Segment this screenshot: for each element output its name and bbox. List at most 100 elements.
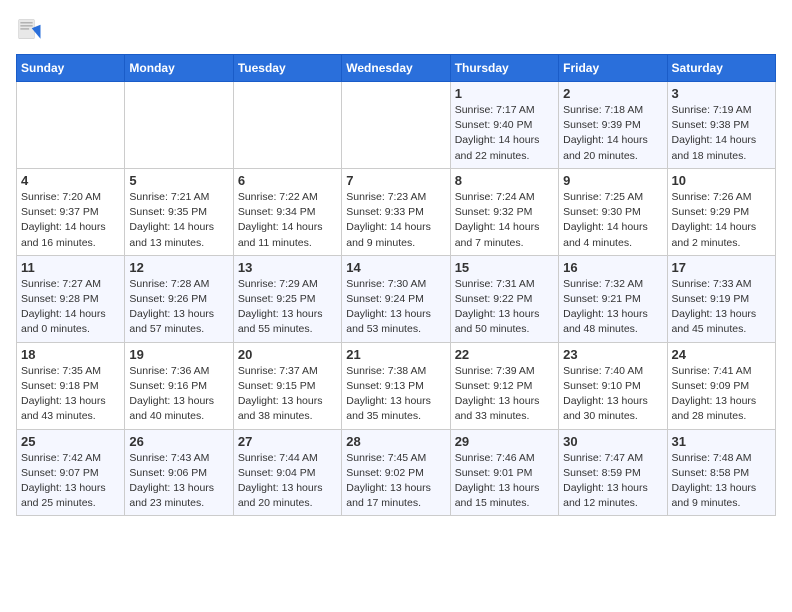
day-info: Sunrise: 7:26 AM Sunset: 9:29 PM Dayligh… [672, 190, 771, 251]
generalblue-logo-icon [16, 16, 44, 44]
day-number: 5 [129, 173, 228, 188]
logo [16, 16, 48, 44]
day-info: Sunrise: 7:27 AM Sunset: 9:28 PM Dayligh… [21, 277, 120, 338]
day-info: Sunrise: 7:41 AM Sunset: 9:09 PM Dayligh… [672, 364, 771, 425]
day-number: 1 [455, 86, 554, 101]
calendar-cell: 24 Sunrise: 7:41 AM Sunset: 9:09 PM Dayli… [667, 342, 775, 429]
calendar-cell: 20 Sunrise: 7:37 AM Sunset: 9:15 PM Dayli… [233, 342, 341, 429]
calendar-cell: 28 Sunrise: 7:45 AM Sunset: 9:02 PM Dayli… [342, 429, 450, 516]
calendar-cell: 2 Sunrise: 7:18 AM Sunset: 9:39 PM Daylig… [559, 82, 667, 169]
day-info: Sunrise: 7:25 AM Sunset: 9:30 PM Dayligh… [563, 190, 662, 251]
weekday-monday: Monday [125, 55, 233, 82]
calendar-cell: 19Sunrise: 7:36 AM Sunset: 9:16 PM Dayli… [125, 342, 233, 429]
day-number: 4 [21, 173, 120, 188]
calendar-cell: 17Sunrise: 7:33 AM Sunset: 9:19 PM Dayli… [667, 255, 775, 342]
calendar-cell: 26Sunrise: 7:43 AM Sunset: 9:06 PM Dayli… [125, 429, 233, 516]
day-number: 7 [346, 173, 445, 188]
day-info: Sunrise: 7:20 AM Sunset: 9:37 PM Dayligh… [21, 190, 120, 251]
day-number: 9 [563, 173, 662, 188]
day-info: Sunrise: 7:31 AM Sunset: 9:22 PM Dayligh… [455, 277, 554, 338]
calendar-cell: 14 Sunrise: 7:30 AM Sunset: 9:24 PM Dayli… [342, 255, 450, 342]
week-row-2: 4 Sunrise: 7:20 AM Sunset: 9:37 PM Daylig… [17, 168, 776, 255]
calendar-cell: 16 Sunrise: 7:32 AM Sunset: 9:21 PM Dayli… [559, 255, 667, 342]
calendar-cell: 9 Sunrise: 7:25 AM Sunset: 9:30 PM Daylig… [559, 168, 667, 255]
day-number: 12 [129, 260, 228, 275]
weekday-wednesday: Wednesday [342, 55, 450, 82]
day-info: Sunrise: 7:42 AM Sunset: 9:07 PM Dayligh… [21, 451, 120, 512]
calendar-cell: 10 Sunrise: 7:26 AM Sunset: 9:29 PM Dayli… [667, 168, 775, 255]
day-info: Sunrise: 7:18 AM Sunset: 9:39 PM Dayligh… [563, 103, 662, 164]
day-info: Sunrise: 7:32 AM Sunset: 9:21 PM Dayligh… [563, 277, 662, 338]
day-info: Sunrise: 7:47 AM Sunset: 8:59 PM Dayligh… [563, 451, 662, 512]
header [16, 16, 776, 44]
calendar-cell: 21 Sunrise: 7:38 AM Sunset: 9:13 PM Dayli… [342, 342, 450, 429]
day-info: Sunrise: 7:23 AM Sunset: 9:33 PM Dayligh… [346, 190, 445, 251]
day-number: 10 [672, 173, 771, 188]
day-info: Sunrise: 7:22 AM Sunset: 9:34 PM Dayligh… [238, 190, 337, 251]
day-number: 22 [455, 347, 554, 362]
day-info: Sunrise: 7:28 AM Sunset: 9:26 PM Dayligh… [129, 277, 228, 338]
weekday-friday: Friday [559, 55, 667, 82]
day-number: 24 [672, 347, 771, 362]
day-info: Sunrise: 7:33 AM Sunset: 9:19 PM Dayligh… [672, 277, 771, 338]
calendar-body: 1Sunrise: 7:17 AM Sunset: 9:40 PM Daylig… [17, 82, 776, 516]
day-info: Sunrise: 7:19 AM Sunset: 9:38 PM Dayligh… [672, 103, 771, 164]
day-number: 8 [455, 173, 554, 188]
day-info: Sunrise: 7:30 AM Sunset: 9:24 PM Dayligh… [346, 277, 445, 338]
day-info: Sunrise: 7:39 AM Sunset: 9:12 PM Dayligh… [455, 364, 554, 425]
day-number: 21 [346, 347, 445, 362]
day-info: Sunrise: 7:48 AM Sunset: 8:58 PM Dayligh… [672, 451, 771, 512]
calendar-cell: 30 Sunrise: 7:47 AM Sunset: 8:59 PM Dayli… [559, 429, 667, 516]
day-info: Sunrise: 7:38 AM Sunset: 9:13 PM Dayligh… [346, 364, 445, 425]
day-number: 2 [563, 86, 662, 101]
day-number: 18 [21, 347, 120, 362]
calendar-cell [17, 82, 125, 169]
day-info: Sunrise: 7:45 AM Sunset: 9:02 PM Dayligh… [346, 451, 445, 512]
day-number: 29 [455, 434, 554, 449]
calendar-cell: 27Sunrise: 7:44 AM Sunset: 9:04 PM Dayli… [233, 429, 341, 516]
calendar-cell [342, 82, 450, 169]
day-number: 25 [21, 434, 120, 449]
calendar-cell: 23 Sunrise: 7:40 AM Sunset: 9:10 PM Dayli… [559, 342, 667, 429]
day-info: Sunrise: 7:29 AM Sunset: 9:25 PM Dayligh… [238, 277, 337, 338]
day-number: 14 [346, 260, 445, 275]
day-info: Sunrise: 7:44 AM Sunset: 9:04 PM Dayligh… [238, 451, 337, 512]
weekday-thursday: Thursday [450, 55, 558, 82]
day-number: 16 [563, 260, 662, 275]
calendar-cell: 7 Sunrise: 7:23 AM Sunset: 9:33 PM Daylig… [342, 168, 450, 255]
calendar-cell [233, 82, 341, 169]
calendar-cell: 4 Sunrise: 7:20 AM Sunset: 9:37 PM Daylig… [17, 168, 125, 255]
calendar-cell: 15 Sunrise: 7:31 AM Sunset: 9:22 PM Dayli… [450, 255, 558, 342]
day-info: Sunrise: 7:40 AM Sunset: 9:10 PM Dayligh… [563, 364, 662, 425]
calendar-cell: 6Sunrise: 7:22 AM Sunset: 9:34 PM Daylig… [233, 168, 341, 255]
day-number: 15 [455, 260, 554, 275]
day-info: Sunrise: 7:21 AM Sunset: 9:35 PM Dayligh… [129, 190, 228, 251]
day-number: 20 [238, 347, 337, 362]
calendar-cell: 25 Sunrise: 7:42 AM Sunset: 9:07 PM Dayli… [17, 429, 125, 516]
day-info: Sunrise: 7:46 AM Sunset: 9:01 PM Dayligh… [455, 451, 554, 512]
week-row-1: 1Sunrise: 7:17 AM Sunset: 9:40 PM Daylig… [17, 82, 776, 169]
week-row-4: 18 Sunrise: 7:35 AM Sunset: 9:18 PM Dayli… [17, 342, 776, 429]
calendar-cell: 29 Sunrise: 7:46 AM Sunset: 9:01 PM Dayli… [450, 429, 558, 516]
day-info: Sunrise: 7:37 AM Sunset: 9:15 PM Dayligh… [238, 364, 337, 425]
calendar-header: SundayMondayTuesdayWednesdayThursdayFrid… [17, 55, 776, 82]
calendar-cell: 31Sunrise: 7:48 AM Sunset: 8:58 PM Dayli… [667, 429, 775, 516]
calendar-table: SundayMondayTuesdayWednesdayThursdayFrid… [16, 54, 776, 516]
day-number: 11 [21, 260, 120, 275]
calendar-cell: 3Sunrise: 7:19 AM Sunset: 9:38 PM Daylig… [667, 82, 775, 169]
day-number: 30 [563, 434, 662, 449]
calendar-cell: 22 Sunrise: 7:39 AM Sunset: 9:12 PM Dayli… [450, 342, 558, 429]
calendar-cell: 5 Sunrise: 7:21 AM Sunset: 9:35 PM Daylig… [125, 168, 233, 255]
day-number: 23 [563, 347, 662, 362]
day-info: Sunrise: 7:43 AM Sunset: 9:06 PM Dayligh… [129, 451, 228, 512]
week-row-5: 25 Sunrise: 7:42 AM Sunset: 9:07 PM Dayli… [17, 429, 776, 516]
day-info: Sunrise: 7:36 AM Sunset: 9:16 PM Dayligh… [129, 364, 228, 425]
day-number: 28 [346, 434, 445, 449]
week-row-3: 11 Sunrise: 7:27 AM Sunset: 9:28 PM Dayli… [17, 255, 776, 342]
calendar-cell: 11 Sunrise: 7:27 AM Sunset: 9:28 PM Dayli… [17, 255, 125, 342]
weekday-saturday: Saturday [667, 55, 775, 82]
day-info: Sunrise: 7:35 AM Sunset: 9:18 PM Dayligh… [21, 364, 120, 425]
weekday-tuesday: Tuesday [233, 55, 341, 82]
calendar-cell [125, 82, 233, 169]
calendar-cell: 8Sunrise: 7:24 AM Sunset: 9:32 PM Daylig… [450, 168, 558, 255]
